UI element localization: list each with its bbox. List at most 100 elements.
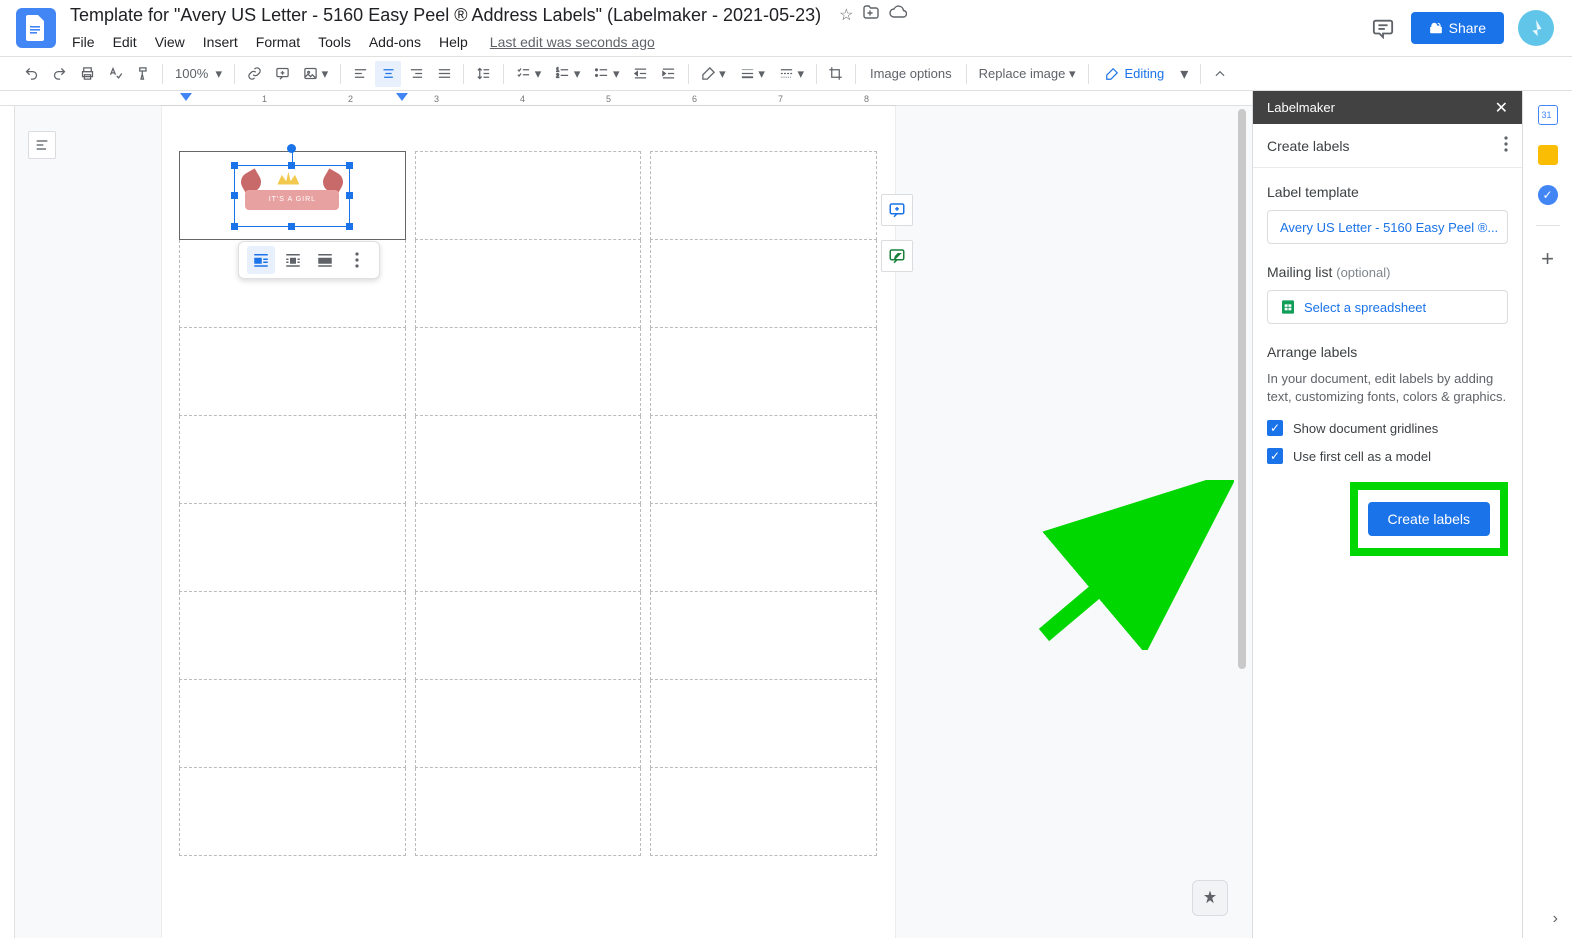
share-button[interactable]: Share <box>1411 12 1504 44</box>
image-options-button[interactable]: Image options <box>862 62 960 85</box>
separator <box>1088 64 1089 84</box>
explore-button[interactable] <box>1192 880 1228 916</box>
outdent-button[interactable] <box>628 61 654 87</box>
crop-button[interactable] <box>823 61 849 87</box>
menu-view[interactable]: View <box>147 30 193 54</box>
wrap-text-button[interactable] <box>279 246 307 274</box>
label-cell[interactable] <box>180 592 406 680</box>
label-cell[interactable] <box>651 416 877 504</box>
line-spacing-dropdown[interactable] <box>470 61 497 87</box>
wrap-more-button[interactable] <box>343 246 371 274</box>
avatar[interactable] <box>1518 10 1554 46</box>
horizontal-ruler[interactable]: 1 2 3 4 5 6 7 8 <box>0 91 1252 106</box>
paint-format-button[interactable] <box>130 61 156 87</box>
doc-title[interactable]: Template for "Avery US Letter - 5160 Eas… <box>64 3 827 28</box>
label-cell[interactable] <box>415 504 641 592</box>
align-justify-button[interactable] <box>431 61 457 87</box>
label-cell[interactable] <box>415 592 641 680</box>
create-labels-button[interactable]: Create labels <box>1368 502 1491 536</box>
label-cell[interactable] <box>651 152 877 240</box>
label-cell[interactable] <box>180 768 406 856</box>
cloud-status-icon[interactable] <box>889 5 907 25</box>
align-center-button[interactable] <box>375 61 401 87</box>
document-canvas[interactable]: 1 2 3 4 5 6 7 8 <box>0 91 1252 938</box>
label-cell[interactable] <box>651 328 877 416</box>
label-cell[interactable] <box>415 680 641 768</box>
border-dash-dropdown[interactable]: ▾ <box>773 61 810 87</box>
sidebar-more-icon[interactable] <box>1504 136 1508 155</box>
separator <box>340 64 341 84</box>
menu-edit[interactable]: Edit <box>105 30 145 54</box>
replace-image-dropdown[interactable]: Replace image ▾ <box>973 62 1082 86</box>
zoom-dropdown[interactable]: 100% ▾ <box>169 61 228 87</box>
label-cell[interactable] <box>651 680 877 768</box>
first-cell-checkbox[interactable]: ✓ Use first cell as a model <box>1267 448 1508 464</box>
insert-image-dropdown[interactable]: ▾ <box>297 61 334 87</box>
label-cell[interactable] <box>651 240 877 328</box>
indent-marker-left[interactable] <box>180 93 192 105</box>
selected-image[interactable]: IT'S A GIRL <box>234 165 350 227</box>
border-weight-dropdown[interactable]: ▾ <box>734 61 771 87</box>
comment-history-icon[interactable] <box>1369 14 1397 42</box>
rotate-handle[interactable] <box>287 144 296 153</box>
side-panel-collapse-icon[interactable]: › <box>1553 910 1558 928</box>
label-cell[interactable] <box>415 152 641 240</box>
last-edit[interactable]: Last edit was seconds ago <box>486 30 659 54</box>
menu-tools[interactable]: Tools <box>310 30 359 54</box>
numbered-list-dropdown[interactable]: 12 ▾ <box>549 61 586 87</box>
addons-plus-icon[interactable]: + <box>1538 246 1558 266</box>
keep-icon[interactable] <box>1538 145 1558 165</box>
label-cell[interactable] <box>415 240 641 328</box>
indent-marker-right[interactable] <box>396 93 408 105</box>
outline-toggle-button[interactable] <box>28 131 56 159</box>
collapse-toolbar-button[interactable] <box>1207 61 1233 87</box>
menu-format[interactable]: Format <box>248 30 308 54</box>
star-icon[interactable]: ☆ <box>839 5 853 25</box>
menu-insert[interactable]: Insert <box>195 30 246 54</box>
menu-addons[interactable]: Add-ons <box>361 30 429 54</box>
docs-logo[interactable] <box>16 8 56 48</box>
editing-mode-dropdown[interactable]: Editing ▾ <box>1095 60 1195 88</box>
gridlines-checkbox[interactable]: ✓ Show document gridlines <box>1267 420 1508 436</box>
ruler-mark: 7 <box>778 94 783 104</box>
label-cell-first[interactable]: IT'S A GIRL <box>180 152 406 240</box>
select-spreadsheet-button[interactable]: Select a spreadsheet <box>1267 290 1508 324</box>
scrollbar-thumb[interactable] <box>1238 109 1246 669</box>
add-comment-margin-button[interactable] <box>881 194 913 226</box>
align-right-button[interactable] <box>403 61 429 87</box>
wrap-inline-button[interactable] <box>247 246 275 274</box>
move-icon[interactable] <box>863 5 879 25</box>
scrollbar[interactable] <box>1238 109 1246 749</box>
redo-button[interactable] <box>46 61 72 87</box>
print-button[interactable] <box>74 61 100 87</box>
undo-button[interactable] <box>18 61 44 87</box>
spellcheck-button[interactable] <box>102 61 128 87</box>
label-cell[interactable] <box>180 416 406 504</box>
label-cell[interactable] <box>180 328 406 416</box>
menu-file[interactable]: File <box>64 30 103 54</box>
label-cell[interactable] <box>415 416 641 504</box>
label-cell[interactable] <box>415 768 641 856</box>
align-left-button[interactable] <box>347 61 373 87</box>
calendar-icon[interactable] <box>1538 105 1558 125</box>
label-cell[interactable] <box>180 504 406 592</box>
vertical-ruler[interactable] <box>0 106 15 938</box>
insert-link-button[interactable] <box>241 61 267 87</box>
border-color-dropdown[interactable]: ▾ <box>695 61 732 87</box>
menu-help[interactable]: Help <box>431 30 476 54</box>
label-template-select[interactable]: Avery US Letter - 5160 Easy Peel ®... <box>1267 210 1508 244</box>
document-page[interactable]: IT'S A GIRL <box>162 106 895 938</box>
indent-button[interactable] <box>656 61 682 87</box>
add-comment-button[interactable] <box>269 61 295 87</box>
label-cell[interactable] <box>651 768 877 856</box>
label-cell[interactable] <box>415 328 641 416</box>
label-cell[interactable] <box>651 592 877 680</box>
wrap-break-button[interactable] <box>311 246 339 274</box>
suggest-margin-button[interactable] <box>881 240 913 272</box>
bulleted-list-dropdown[interactable]: ▾ <box>588 61 625 87</box>
tasks-icon[interactable]: ✓ <box>1538 185 1558 205</box>
close-icon[interactable]: ✕ <box>1495 98 1508 118</box>
checklist-dropdown[interactable]: ▾ <box>510 61 547 87</box>
label-cell[interactable] <box>180 680 406 768</box>
label-cell[interactable] <box>651 504 877 592</box>
